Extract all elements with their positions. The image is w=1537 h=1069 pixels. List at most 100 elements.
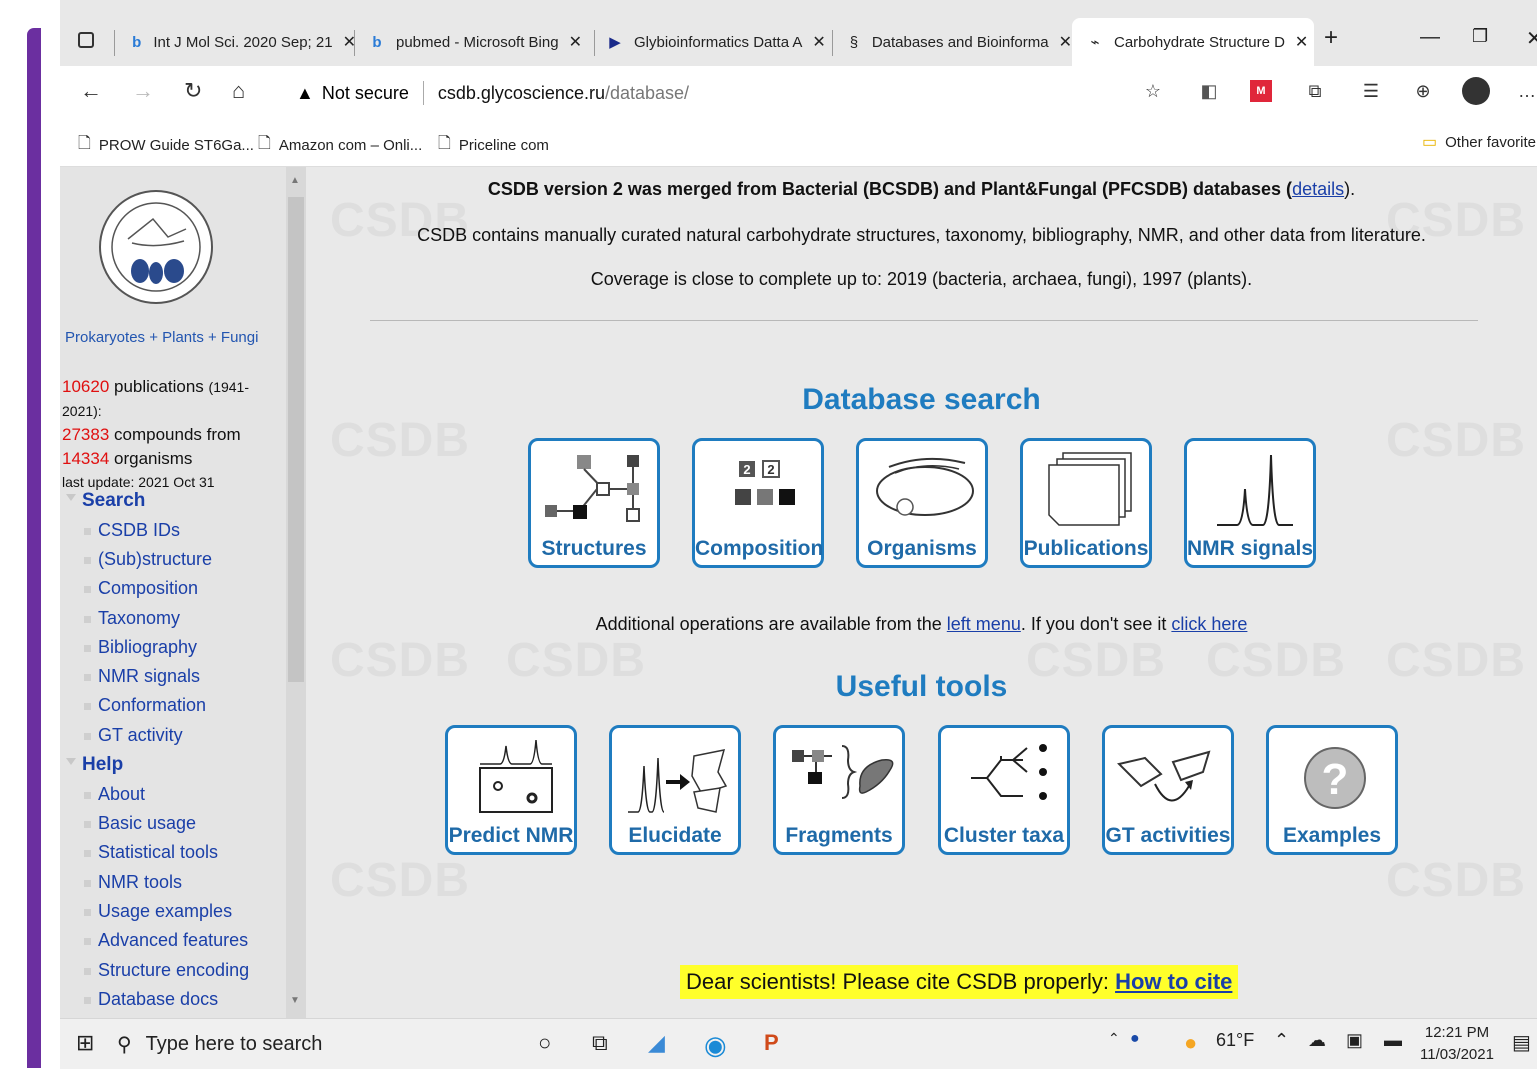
svg-text:2: 2 (743, 462, 750, 477)
minimize-icon[interactable]: — (1420, 26, 1440, 49)
left-menu-link[interactable]: left menu (947, 614, 1021, 634)
windows-start-icon[interactable]: ⊞ (76, 1030, 94, 1056)
tile-label: Composition (695, 537, 824, 560)
menu-item-taxonomy[interactable]: Taxonomy (83, 608, 180, 629)
menu-item-database-docs[interactable]: Database docs (83, 989, 218, 1010)
menu-heading-search[interactable]: Search (66, 490, 146, 512)
tab-actions-icon[interactable] (78, 32, 94, 48)
close-icon[interactable]: ✕ (1295, 32, 1308, 52)
tray-chevron-icon[interactable]: ⌃ (1274, 1030, 1289, 1051)
other-favorites[interactable]: ▭ Other favorite (1422, 132, 1536, 152)
favorites-icon[interactable]: ☰ (1360, 80, 1382, 102)
cluster-taxa-tile[interactable]: Cluster taxa (938, 725, 1070, 855)
scroll-down-icon[interactable]: ▼ (290, 995, 300, 1006)
gt-activities-tile[interactable]: GT activities (1102, 725, 1234, 855)
menu-item-basic-usage[interactable]: Basic usage (83, 813, 196, 834)
nmr-signals-tile[interactable]: NMR signals (1184, 438, 1316, 568)
menu-item-composition[interactable]: Composition (83, 578, 198, 599)
structures-tile[interactable]: Structures (528, 438, 660, 568)
menu-item-gt-activity[interactable]: GT activity (84, 725, 183, 746)
profile-avatar[interactable] (1462, 77, 1490, 105)
menu-item-nmr-tools[interactable]: NMR tools (83, 872, 182, 893)
additional-text-2: . If you don't see it (1020, 614, 1167, 634)
weather-temp[interactable]: 61°F (1216, 1030, 1254, 1051)
left-menu: Prokaryotes + Plants + Fungi 10620 publi… (60, 167, 286, 1018)
file-manager-icon[interactable]: ◢ (648, 1030, 665, 1056)
close-icon[interactable]: ✕ (1059, 32, 1072, 52)
elucidate-tile[interactable]: Elucidate (609, 725, 741, 855)
app-tray-icon[interactable]: ● (1130, 1030, 1140, 1048)
tab-4-active[interactable]: ⌁ Carbohydrate Structure D ✕ (1072, 18, 1314, 66)
tab-3[interactable]: § Databases and Bioinforma ✕ (846, 18, 1072, 66)
extensions-icon[interactable]: ⧉ (1304, 80, 1326, 102)
powerpoint-icon[interactable]: P (764, 1030, 779, 1056)
restore-icon[interactable]: ❐ (1472, 26, 1488, 47)
notification-chevron-icon[interactable]: ⌃ (1108, 1030, 1120, 1047)
menu-item-conformation[interactable]: Conformation (83, 695, 206, 716)
close-window-icon[interactable]: ✕ (1526, 26, 1537, 51)
notifications-icon[interactable]: ▤ (1512, 1030, 1531, 1055)
tab-0[interactable]: b Int J Mol Sci. 2020 Sep; 21 ✕ (130, 18, 356, 66)
tab-1[interactable]: b pubmed - Microsoft Bing ✕ (368, 18, 594, 66)
taskbar-clock[interactable]: 12:21 PM 11/03/2021 (1420, 1022, 1494, 1066)
heading-label: Search (82, 490, 146, 511)
menu-item-about[interactable]: About (83, 784, 145, 805)
tile-label: Organisms (867, 537, 977, 560)
menu-item-csdb-ids[interactable]: CSDB IDs (83, 520, 180, 541)
examples-tile[interactable]: ? Examples (1266, 725, 1398, 855)
search-icon: ⚲ (117, 1033, 132, 1056)
bookmark-2[interactable]: 🗋 Priceline com (438, 132, 549, 159)
bookmark-1[interactable]: 🗋 Amazon com – Onli... (258, 132, 422, 159)
network-icon[interactable]: ▣ (1346, 1030, 1363, 1051)
more-icon[interactable]: … (1516, 80, 1537, 102)
menu-item-substructure[interactable]: (Sub)structure (83, 549, 212, 570)
menu-item-statistical-tools[interactable]: Statistical tools (83, 842, 218, 863)
tab-2[interactable]: ▶ Glybioinformatics Datta A ✕ (606, 18, 832, 66)
how-to-cite-link[interactable]: How to cite (1115, 969, 1232, 995)
edge-icon[interactable]: ◉ (704, 1030, 727, 1061)
warning-icon: ▲ (296, 82, 314, 103)
task-view-icon[interactable]: ⧉ (592, 1030, 608, 1056)
back-icon[interactable]: ← (80, 78, 102, 104)
new-tab-icon[interactable]: + (1324, 24, 1338, 52)
menu-item-advanced-features[interactable]: Advanced features (83, 930, 248, 951)
question-mark-icon: ? (1304, 747, 1366, 809)
address-bar[interactable]: ▲ Not secure csdb.glycoscience.ru/databa… (296, 72, 1206, 114)
details-link[interactable]: details (1292, 179, 1344, 199)
refresh-icon[interactable]: ↻ (184, 78, 202, 104)
bookmark-0[interactable]: 🗋 PROW Guide ST6Ga... (78, 132, 254, 159)
collections-icon[interactable]: ⊕ (1412, 80, 1434, 102)
mendeley-extension-icon[interactable]: M (1250, 80, 1272, 102)
security-label[interactable]: Not secure (322, 83, 409, 104)
menu-heading-help[interactable]: Help (66, 754, 123, 776)
onedrive-icon[interactable]: ☁ (1308, 1030, 1326, 1051)
csdb-logo (99, 190, 213, 304)
menu-item-bibliography[interactable]: Bibliography (83, 637, 197, 658)
close-icon[interactable]: ✕ (812, 32, 825, 52)
forward-icon[interactable]: → (132, 78, 154, 104)
battery-icon[interactable]: ▬ (1384, 1030, 1402, 1051)
composition-tile[interactable]: 2 2 Composition (692, 438, 824, 568)
additional-operations: Additional operations are available from… (306, 614, 1537, 635)
home-icon[interactable]: ⌂ (232, 78, 245, 104)
scroll-thumb[interactable] (288, 197, 304, 682)
click-here-link[interactable]: click here (1171, 614, 1247, 634)
add-favorite-icon[interactable]: ☆ (1142, 80, 1164, 102)
taskbar-search[interactable]: ⚲ Type here to search (117, 1022, 517, 1066)
sidebar-scrollbar[interactable]: ▲ ▼ (286, 167, 306, 1018)
fragments-tile[interactable]: Fragments (773, 725, 905, 855)
organisms-tile[interactable]: Organisms (856, 438, 988, 568)
menu-item-structure-encoding[interactable]: Structure encoding (83, 960, 249, 981)
menu-item-nmr-signals[interactable]: NMR signals (83, 666, 200, 687)
bing-icon: b (372, 33, 382, 51)
clock-date: 11/03/2021 (1420, 1046, 1494, 1063)
publications-tile[interactable]: Publications (1020, 438, 1152, 568)
scroll-up-icon[interactable]: ▲ (290, 175, 300, 186)
close-icon[interactable]: ✕ (569, 32, 582, 52)
predict-nmr-tile[interactable]: Predict NMR (445, 725, 577, 855)
extension-icon[interactable]: ◧ (1198, 80, 1220, 102)
cortana-icon[interactable]: ○ (538, 1030, 551, 1056)
bookmark-label: Priceline com (458, 137, 549, 154)
menu-item-usage-examples[interactable]: Usage examples (83, 901, 232, 922)
csdb-icon: ⌁ (1090, 34, 1100, 51)
